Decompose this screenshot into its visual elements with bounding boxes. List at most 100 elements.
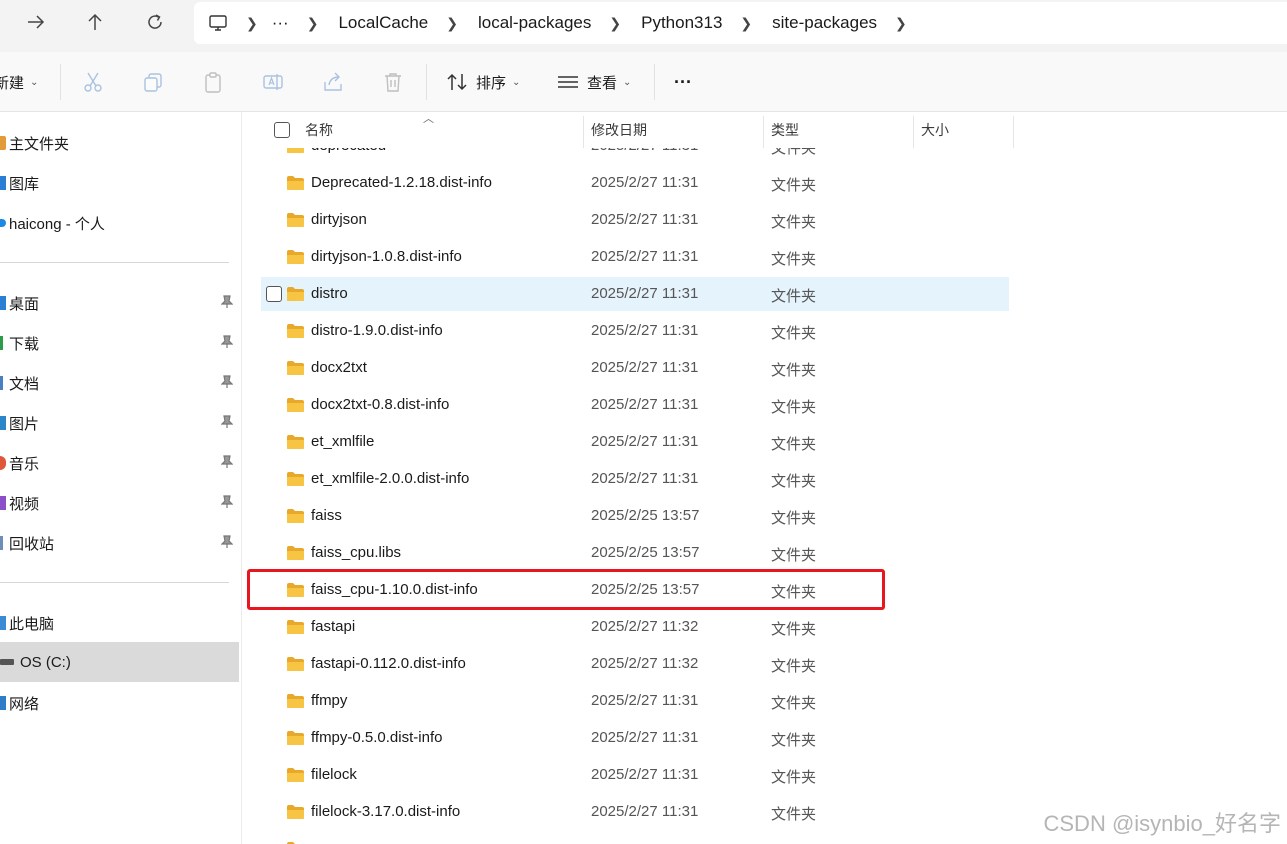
- sidebar-item-label: 桌面: [9, 295, 40, 313]
- file-row[interactable]: ffmpy 2025/2/27 11:31 文件夹: [261, 684, 1009, 718]
- pin-icon[interactable]: [220, 495, 234, 513]
- up-button[interactable]: [79, 10, 111, 34]
- file-modified-date: 2025/2/27 11:31: [591, 692, 699, 709]
- this-pc-icon: [0, 616, 6, 630]
- sidebar-item-network[interactable]: 网络: [0, 683, 239, 723]
- file-type: 文件夹: [771, 547, 817, 564]
- file-modified-date: 2025/2/27 11:31: [591, 248, 699, 265]
- share-icon: [324, 72, 342, 91]
- sidebar-item-music[interactable]: 音乐: [0, 443, 239, 483]
- file-row[interactable]: filelock 2025/2/27 11:31 文件夹: [261, 758, 1009, 792]
- file-row[interactable]: dirtyjson-1.0.8.dist-info 2025/2/27 11:31…: [261, 240, 1009, 274]
- forward-button[interactable]: [20, 10, 52, 34]
- chevron-right-icon[interactable]: ❯: [895, 15, 907, 32]
- file-row[interactable]: docx2txt 2025/2/27 11:31 文件夹: [261, 351, 1009, 385]
- file-name: Deprecated-1.2.18.dist-info: [311, 174, 492, 191]
- command-bar: 新建 ⌄ 排序 ⌄ 查看 ⌄ ···: [0, 52, 1287, 112]
- folder-icon: [287, 731, 304, 745]
- breadcrumb-site-packages[interactable]: site-packages: [772, 13, 877, 33]
- view-button[interactable]: 查看 ⌄: [557, 68, 631, 96]
- file-row[interactable]: faiss_cpu.libs 2025/2/25 13:57 文件夹: [261, 536, 1009, 570]
- column-header-row: ︿ 名称 修改日期 类型 大小: [243, 112, 1287, 148]
- sort-button[interactable]: 排序 ⌄: [446, 68, 520, 96]
- delete-button[interactable]: [382, 68, 404, 96]
- column-header-size[interactable]: 大小: [921, 120, 949, 140]
- pin-icon[interactable]: [220, 455, 234, 473]
- view-label: 查看: [587, 74, 618, 92]
- row-checkbox[interactable]: [266, 286, 282, 302]
- share-button[interactable]: [322, 68, 344, 96]
- column-header-name[interactable]: 名称: [305, 120, 333, 140]
- trash-icon: [385, 73, 401, 92]
- drive-icon: [0, 659, 14, 665]
- file-type: 文件夹: [771, 695, 817, 712]
- file-modified-date: 2025/2/27 11:32: [591, 655, 699, 672]
- pin-icon[interactable]: [220, 375, 234, 393]
- pin-icon[interactable]: [220, 535, 234, 553]
- cut-button[interactable]: [82, 68, 104, 96]
- file-name: distro-1.9.0.dist-info: [311, 322, 443, 339]
- chevron-down-icon: ⌄: [512, 76, 521, 88]
- watermark: CSDN @isynbio_好名字: [1043, 811, 1282, 836]
- file-row[interactable]: et_xmlfile 2025/2/27 11:31 文件夹: [261, 425, 1009, 459]
- file-row[interactable]: filelock-3.17.0.dist-info 2025/2/27 11:31…: [261, 795, 1009, 829]
- view-icon: [558, 76, 578, 88]
- sidebar-item-label: 音乐: [9, 455, 40, 473]
- column-divider[interactable]: [1013, 116, 1014, 148]
- breadcrumb-local-packages[interactable]: local-packages: [478, 13, 591, 33]
- new-button[interactable]: 新建 ⌄: [0, 68, 38, 96]
- column-divider[interactable]: [913, 116, 914, 148]
- folder-icon: [287, 361, 304, 375]
- sidebar-item-label: 图片: [9, 415, 40, 433]
- sidebar-item-os-c[interactable]: OS (C:): [0, 642, 239, 682]
- more-icon: ···: [674, 71, 692, 92]
- file-row[interactable]: docx2txt-0.8.dist-info 2025/2/27 11:31 文件夹: [261, 388, 1009, 422]
- column-header-type[interactable]: 类型: [771, 120, 799, 140]
- file-type: 文件夹: [771, 251, 817, 268]
- select-all-checkbox[interactable]: [274, 122, 290, 138]
- file-row[interactable]: distro-1.9.0.dist-info 2025/2/27 11:31 文件夹: [261, 314, 1009, 348]
- breadcrumb-python313[interactable]: Python313: [641, 13, 722, 33]
- file-row[interactable]: fastapi-0.112.0.dist-info 2025/2/27 11:32…: [261, 647, 1009, 681]
- sidebar-item-this-pc[interactable]: 此电脑: [0, 603, 239, 643]
- sidebar-item-label: 回收站: [9, 535, 55, 553]
- file-name: dirtyjson: [311, 211, 367, 228]
- sidebar-item-onedrive[interactable]: haicong - 个人: [0, 203, 239, 243]
- pin-icon[interactable]: [220, 335, 234, 353]
- sidebar-item-pictures[interactable]: 图片: [0, 403, 239, 443]
- sidebar-item-desktop[interactable]: 桌面: [0, 283, 239, 323]
- pin-icon[interactable]: [220, 415, 234, 433]
- pictures-icon: [0, 416, 6, 430]
- sidebar-item-home[interactable]: 主文件夹: [0, 123, 239, 163]
- sidebar-item-gallery[interactable]: 图库: [0, 163, 239, 203]
- breadcrumb-localcache[interactable]: LocalCache: [338, 13, 428, 33]
- address-bar[interactable]: ❯ ··· ❯ LocalCache ❯ local-packages ❯ Py…: [194, 2, 1287, 44]
- column-header-date[interactable]: 修改日期: [591, 120, 647, 140]
- clipboard-icon: [205, 72, 221, 93]
- refresh-button[interactable]: [139, 10, 171, 34]
- folder-icon: [287, 620, 304, 634]
- sidebar-item-recycle-bin[interactable]: 回收站: [0, 523, 239, 563]
- more-button[interactable]: ···: [674, 68, 692, 96]
- pin-icon[interactable]: [220, 295, 234, 313]
- file-row[interactable]: distro 2025/2/27 11:31 文件夹: [261, 277, 1009, 311]
- file-row[interactable]: dirtyjson 2025/2/27 11:31 文件夹: [261, 203, 1009, 237]
- file-row[interactable]: ffmpy-0.5.0.dist-info 2025/2/27 11:31 文件夹: [261, 721, 1009, 755]
- column-divider[interactable]: [763, 116, 764, 148]
- file-row[interactable]: [261, 832, 1009, 844]
- file-row[interactable]: Deprecated-1.2.18.dist-info 2025/2/27 11:…: [261, 166, 1009, 200]
- file-row[interactable]: fastapi 2025/2/27 11:32 文件夹: [261, 610, 1009, 644]
- folder-icon: [287, 472, 304, 486]
- file-name: faiss: [311, 507, 342, 524]
- column-divider[interactable]: [583, 116, 584, 148]
- file-row[interactable]: faiss 2025/2/25 13:57 文件夹: [261, 499, 1009, 533]
- paste-button[interactable]: [202, 68, 224, 96]
- sidebar-item-downloads[interactable]: 下载: [0, 323, 239, 363]
- sidebar-item-videos[interactable]: 视频: [0, 483, 239, 523]
- sidebar-item-documents[interactable]: 文档: [0, 363, 239, 403]
- file-row[interactable]: et_xmlfile-2.0.0.dist-info 2025/2/27 11:3…: [261, 462, 1009, 496]
- copy-button[interactable]: [142, 68, 164, 96]
- file-modified-date: 2025/2/27 11:31: [591, 359, 699, 376]
- breadcrumb-overflow[interactable]: ···: [272, 13, 289, 33]
- rename-button[interactable]: [262, 68, 284, 96]
